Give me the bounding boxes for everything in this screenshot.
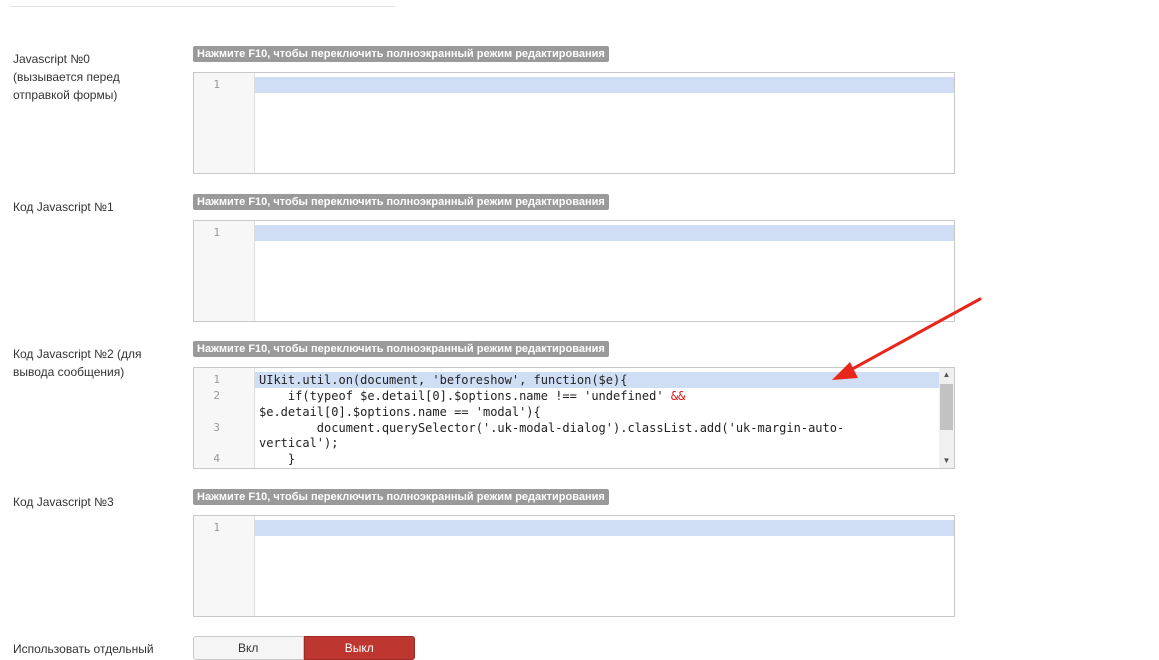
fullscreen-hint: Нажмите F10, чтобы переключить полноэкра…	[193, 341, 609, 357]
code-editor-js3[interactable]: 1	[193, 515, 955, 617]
field-label-js2: Код Javascript №2 (для вывода сообщения)	[13, 345, 173, 381]
toggle-on-option[interactable]: Вкл	[193, 636, 304, 660]
line-number: 1	[213, 373, 220, 386]
field-label-js1: Код Javascript №1	[13, 198, 173, 216]
line-number: 3	[213, 421, 220, 434]
label-line: Код Javascript №3	[13, 495, 114, 509]
code-area[interactable]	[255, 73, 954, 173]
code-line[interactable]: vertical');	[255, 435, 939, 451]
code-text: if(typeof $e.detail[0].$options.name !==…	[259, 389, 671, 403]
label-line: Javascript №0	[13, 52, 90, 66]
line-number: 1	[213, 78, 220, 91]
scrollbar-thumb[interactable]	[940, 384, 953, 430]
active-line[interactable]	[255, 520, 954, 536]
line-number: 4	[213, 452, 220, 465]
code-line[interactable]: }	[255, 451, 939, 467]
fullscreen-hint: Нажмите F10, чтобы переключить полноэкра…	[193, 46, 609, 62]
chevron-down-icon[interactable]: ▼	[939, 454, 954, 468]
label-line: отправкой формы)	[13, 88, 118, 102]
code-editor-js0[interactable]: 1	[193, 72, 955, 174]
active-line[interactable]	[255, 77, 954, 93]
label-line: Код Javascript №2 (для	[13, 347, 142, 361]
fullscreen-hint: Нажмите F10, чтобы переключить полноэкра…	[193, 489, 609, 505]
line-number: 1	[213, 226, 220, 239]
code-operator: &&	[670, 389, 686, 403]
line-gutter: 1 2 3 4	[194, 368, 255, 468]
toggle-off-option[interactable]: Выкл	[303, 636, 415, 660]
field-label-js0: Javascript №0 (вызывается перед отправко…	[13, 50, 173, 104]
code-line[interactable]: $e.detail[0].$options.name == 'modal'){	[255, 404, 939, 420]
code-line[interactable]: if(typeof $e.detail[0].$options.name !==…	[255, 388, 939, 404]
line-gutter: 1	[194, 73, 255, 173]
fullscreen-hint: Нажмите F10, чтобы переключить полноэкра…	[193, 194, 609, 210]
line-gutter: 1	[194, 516, 255, 616]
label-line: вывода сообщения)	[13, 365, 125, 379]
label-line: Код Javascript №1	[13, 200, 114, 214]
line-number: 1	[213, 521, 220, 534]
line-gutter: 1	[194, 221, 255, 321]
code-line[interactable]: document.querySelector('.uk-modal-dialog…	[255, 420, 939, 436]
field-label-js3: Код Javascript №3	[13, 493, 173, 511]
field-label-separate: Использовать отдельный	[13, 642, 154, 656]
red-arrow-icon	[832, 297, 982, 380]
label-line: (вызывается перед	[13, 70, 120, 84]
code-area[interactable]	[255, 516, 954, 616]
separate-toggle[interactable]: Вкл Выкл	[193, 636, 415, 660]
section-divider	[10, 6, 395, 7]
active-line[interactable]	[255, 225, 954, 241]
line-number: 2	[213, 389, 220, 402]
